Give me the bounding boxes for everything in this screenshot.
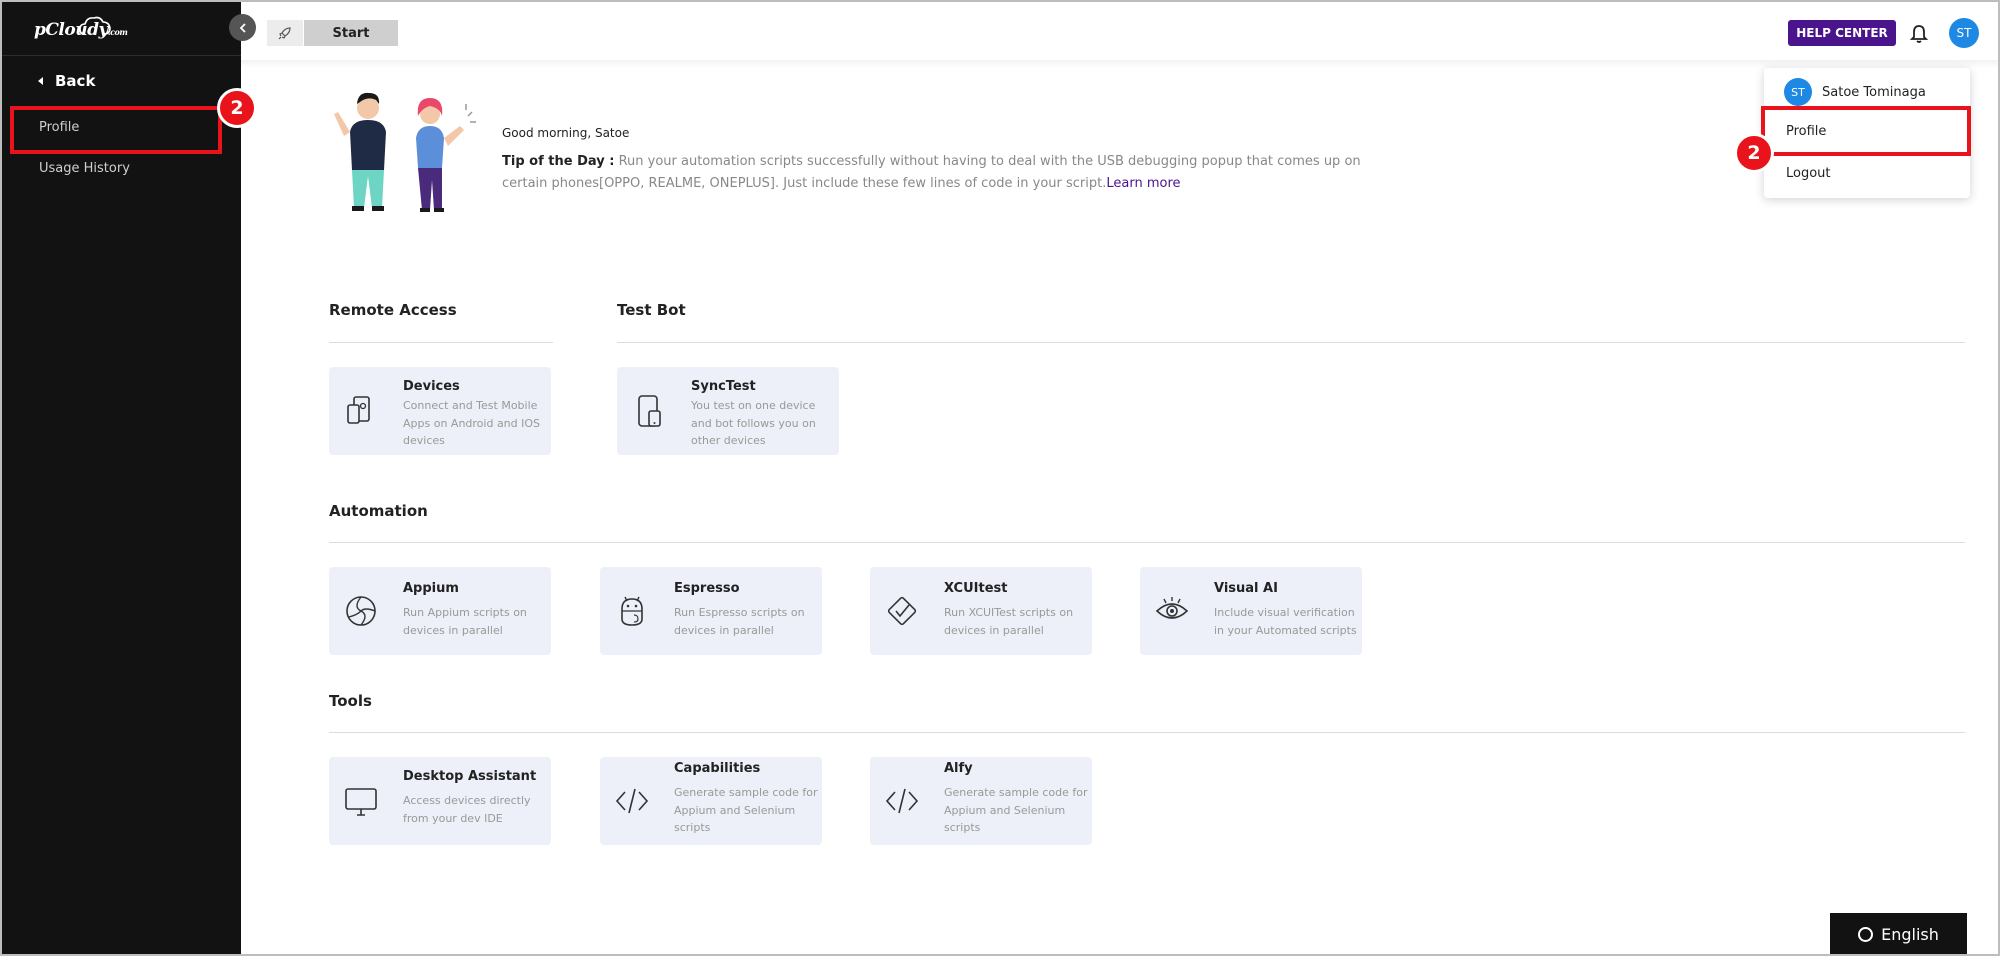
start-button[interactable]: Start (304, 20, 398, 46)
code-icon (885, 788, 919, 814)
card-description: Generate sample code for Appium and Sele… (674, 786, 818, 834)
topbar-divider (241, 60, 2000, 68)
learn-more-link[interactable]: Learn more (1106, 176, 1180, 191)
espresso-android-icon (621, 596, 643, 626)
rocket-icon (278, 27, 291, 40)
card-appium[interactable]: Appium Run Appium scripts on devices in … (329, 567, 551, 655)
logo-suffix: .com (107, 27, 128, 37)
card-title: Espresso (674, 581, 740, 596)
collapse-sidebar-button[interactable] (229, 14, 256, 41)
tip-text: Run your automation scripts successfully… (502, 154, 1361, 191)
sidebar-header: pCloudy.com (0, 0, 241, 56)
section-title-automation: Automation (329, 502, 428, 520)
pcloudy-logo[interactable]: pCloudy.com (34, 14, 128, 44)
step-badge: 2 (1734, 133, 1774, 173)
highlight-box-sidebar-profile (10, 106, 222, 154)
globe-icon (1858, 927, 1874, 942)
section-divider (329, 732, 1965, 733)
dropdown-user-name: Satoe Tominaga (1822, 84, 1926, 100)
logo-text: pCloudy.com (34, 20, 128, 40)
section-divider (329, 342, 553, 343)
tip-label: Tip of the Day : (502, 154, 615, 169)
language-selector[interactable]: English (1830, 913, 1967, 956)
section-title-tools: Tools (329, 692, 372, 710)
dropdown-avatar: ST (1784, 78, 1812, 106)
section-title-test-bot: Test Bot (617, 301, 686, 319)
card-title: Alfy (944, 761, 973, 776)
card-title: Desktop Assistant (403, 769, 537, 784)
card-description: Access devices directly from your dev ID… (403, 794, 531, 825)
card-desktop-assistant[interactable]: Desktop Assistant Access devices directl… (329, 757, 551, 845)
code-icon (615, 788, 649, 814)
card-description: Run Appium scripts on devices in paralle… (403, 606, 527, 637)
help-center-button[interactable]: HELP CENTER (1788, 20, 1896, 46)
step-badge: 2 (217, 88, 257, 128)
rocket-button[interactable] (267, 20, 303, 46)
chevron-left-icon (239, 22, 246, 33)
devices-icon (347, 396, 370, 424)
user-avatar[interactable]: ST (1949, 18, 1979, 48)
card-devices[interactable]: Devices Connect and Test Mobile Apps on … (329, 367, 551, 455)
monitor-icon (345, 788, 377, 816)
greeting-text: Good morning, Satoe (502, 126, 630, 140)
back-arrow-icon (38, 77, 43, 85)
sidebar-item-usage-history[interactable]: Usage History (39, 161, 130, 176)
card-description: Run Espresso scripts on devices in paral… (674, 606, 805, 637)
card-title: XCUItest (944, 581, 1008, 596)
card-title: Capabilities (674, 761, 761, 776)
card-title: Visual AI (1214, 581, 1278, 596)
card-espresso[interactable]: Espresso Run Espresso scripts on devices… (600, 567, 822, 655)
dropdown-user: ST Satoe Tominaga (1784, 78, 1926, 106)
card-alfy[interactable]: Alfy Generate sample code for Appium and… (870, 757, 1092, 845)
card-description: Include visual verification in your Auto… (1214, 606, 1357, 637)
appium-icon (346, 596, 376, 626)
card-description: Connect and Test Mobile Apps on Android … (403, 399, 541, 447)
card-capabilities[interactable]: Capabilities Generate sample code for Ap… (600, 757, 822, 845)
xcuitest-check-icon (887, 596, 917, 626)
card-title: Devices (403, 379, 460, 394)
back-label: Back (55, 72, 96, 90)
card-visual-ai[interactable]: Visual AI Include visual verification in… (1140, 567, 1362, 655)
back-button[interactable]: Back (38, 70, 95, 92)
card-description: You test on one device and bot follows y… (691, 399, 816, 447)
greeting-illustration (334, 92, 476, 212)
language-label: English (1881, 925, 1939, 944)
card-title: Appium (403, 581, 459, 596)
card-title: SyncTest (691, 379, 756, 394)
highlight-box-dropdown-profile (1761, 106, 1971, 156)
card-xcuitest[interactable]: XCUItest Run XCUITest scripts on devices… (870, 567, 1092, 655)
card-description: Run XCUITest scripts on devices in paral… (944, 606, 1074, 637)
section-title-remote-access: Remote Access (329, 301, 457, 319)
tip-of-the-day: Tip of the Day : Run your automation scr… (502, 151, 1362, 195)
synctest-icon (638, 395, 661, 427)
card-synctest[interactable]: SyncTest You test on one device and bot … (617, 367, 839, 455)
eye-icon (1155, 597, 1189, 619)
section-divider (329, 542, 1965, 543)
dropdown-item-logout[interactable]: Logout (1786, 166, 1831, 181)
notification-bell-icon[interactable] (1907, 22, 1931, 46)
card-description: Generate sample code for Appium and Sele… (944, 786, 1088, 834)
section-divider (617, 342, 1965, 343)
